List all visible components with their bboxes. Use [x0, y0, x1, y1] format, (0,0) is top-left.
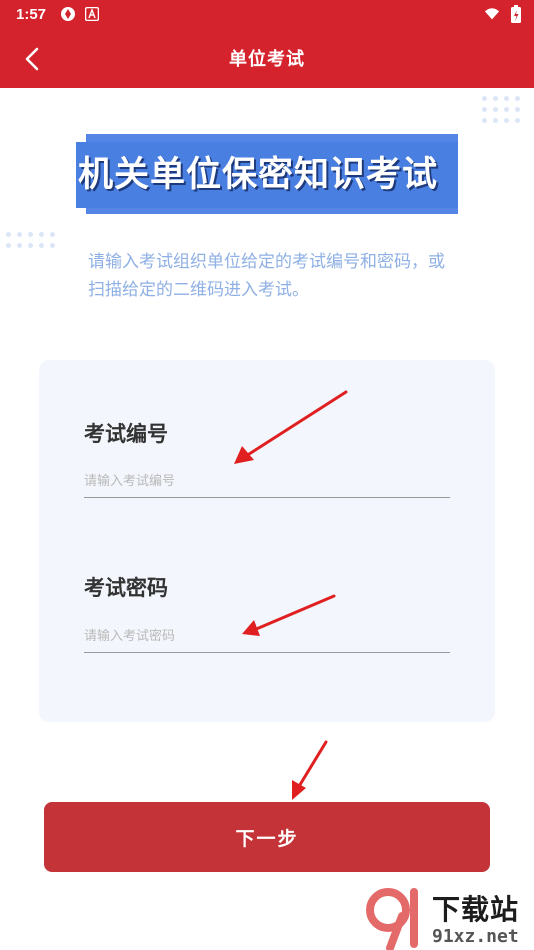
- a-notification-icon: [84, 6, 100, 22]
- annotation-arrow-icon: [234, 390, 348, 464]
- exam-number-label: 考试编号: [84, 421, 168, 446]
- status-time: 1:57: [16, 6, 47, 23]
- decorative-dots-right: [482, 96, 520, 123]
- exam-password-label: 考试密码: [84, 575, 168, 600]
- watermark-title: 下载站: [432, 893, 520, 926]
- annotation-arrow-icon: [242, 594, 336, 636]
- next-step-button[interactable]: 下一步: [44, 802, 490, 872]
- watermark-domain: 91xz.net: [432, 926, 519, 947]
- exam-number-input[interactable]: [84, 466, 450, 498]
- battery-charging-icon: [508, 5, 524, 23]
- app-notification-icon: [60, 6, 76, 22]
- banner-title: 机关单位保密知识考试: [78, 154, 439, 195]
- status-bar: 1:57: [0, 0, 534, 30]
- decorative-dots-left: [6, 232, 55, 248]
- watermark-logo-icon: [366, 888, 418, 950]
- wifi-icon: [484, 6, 500, 22]
- page-title: 单位考试: [229, 49, 305, 70]
- exam-banner: 机关单位保密知识考试: [76, 142, 458, 208]
- annotation-arrow-icon: [292, 740, 328, 800]
- app-bar: 单位考试: [0, 30, 534, 88]
- watermark: 下载站 91xz.net: [366, 886, 534, 950]
- intro-text: 请输入考试组织单位给定的考试编号和密码，或扫描给定的二维码进入考试。: [88, 252, 445, 300]
